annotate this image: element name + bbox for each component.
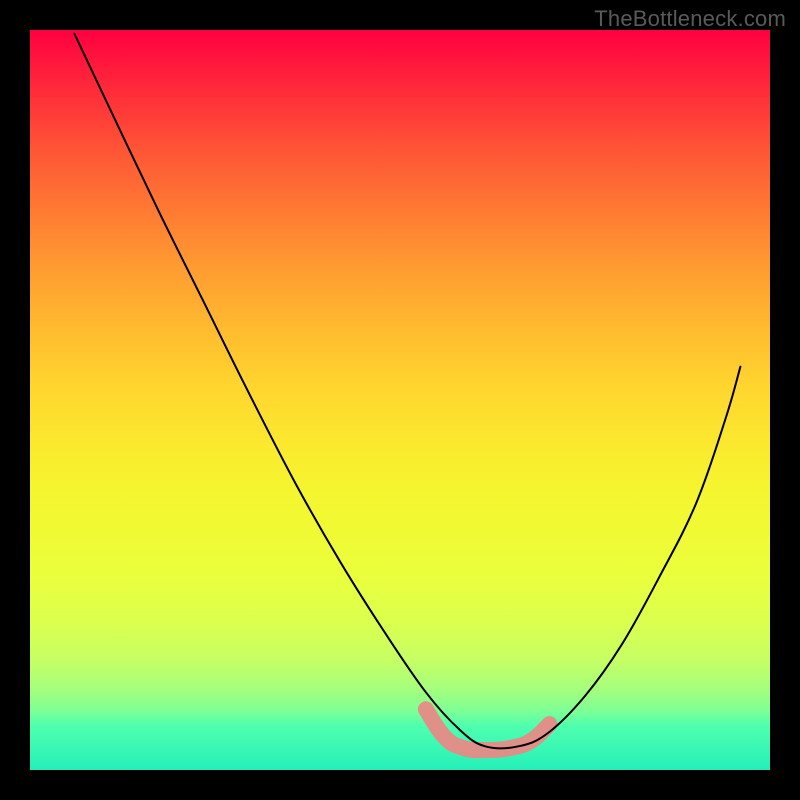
watermark-text: TheBottleneck.com (594, 6, 786, 32)
gradient-plot-area (30, 30, 770, 770)
curve-svg (30, 30, 770, 770)
chart-stage: TheBottleneck.com (0, 0, 800, 800)
main-curve-path (74, 34, 740, 749)
